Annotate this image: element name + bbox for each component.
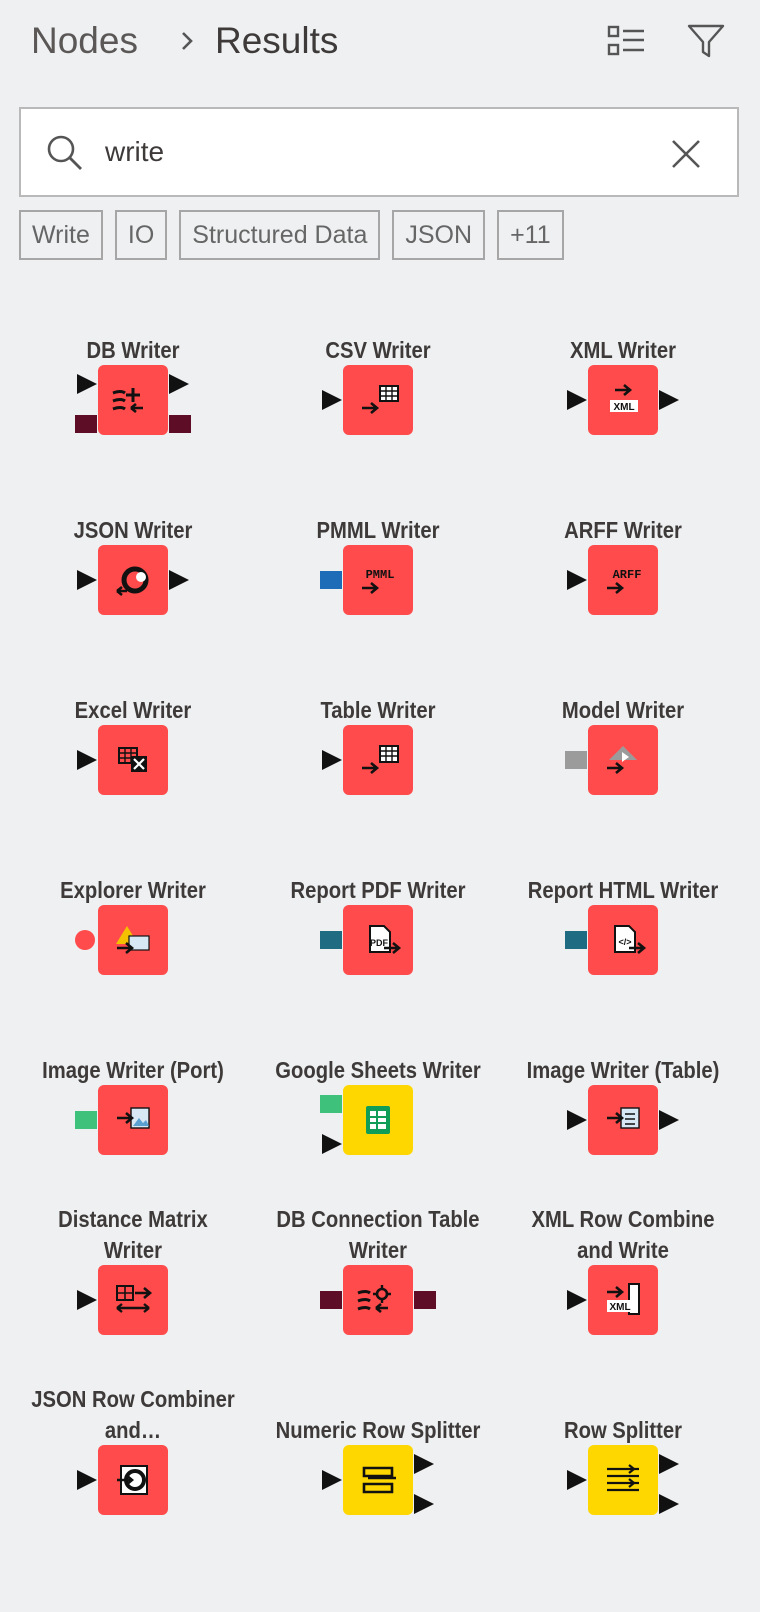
db-connection-table-writer-icon <box>320 1265 436 1335</box>
report-html-writer-icon: </> <box>565 905 658 975</box>
search-box <box>19 107 739 197</box>
node-tile[interactable]: PMML Writer PMML <box>258 448 498 628</box>
tag-io[interactable]: IO <box>114 210 168 260</box>
distance-matrix-writer-icon <box>77 1265 168 1335</box>
node-tile[interactable]: Model Writer <box>503 628 743 808</box>
node-tile[interactable]: ARFF Writer ARFF <box>503 448 743 628</box>
svg-text:XML: XML <box>613 402 634 413</box>
node-tile[interactable]: Report PDF Writer PDF <box>258 808 498 988</box>
svg-text:PMML: PMML <box>366 568 395 582</box>
node-tile[interactable]: Explorer Writer <box>13 808 253 988</box>
chevron-right-icon <box>172 18 202 64</box>
xml-row-combine-write-icon: XML <box>567 1265 658 1335</box>
filter-button[interactable] <box>685 20 727 62</box>
tag-structured-data[interactable]: Structured Data <box>179 210 381 260</box>
node-label: Distance Matrix Writer <box>58 1206 208 1263</box>
list-view-button[interactable] <box>605 20 647 62</box>
image-writer-table-icon <box>567 1085 679 1155</box>
json-row-combiner-icon <box>77 1445 168 1515</box>
tag-more[interactable]: +11 <box>497 210 564 260</box>
node-tile[interactable]: DB Connection Table Writer <box>258 1168 498 1348</box>
svg-text:PDF: PDF <box>370 938 389 948</box>
node-tile[interactable]: JSON Row Combiner and… <box>13 1348 253 1528</box>
node-tile[interactable]: Numeric Row Splitter <box>258 1348 498 1528</box>
filter-icon <box>687 24 725 58</box>
node-tile[interactable]: Image Writer (Table) <box>503 988 743 1168</box>
search-icon <box>47 135 82 170</box>
breadcrumb-results: Results <box>215 20 339 61</box>
csv-writer-icon <box>322 365 413 435</box>
explorer-writer-icon <box>75 905 168 975</box>
svg-text:</>: </> <box>618 937 631 947</box>
node-tile[interactable]: DB Writer <box>13 268 253 448</box>
table-writer-icon <box>322 725 413 795</box>
node-tile[interactable]: JSON Writer <box>13 448 253 628</box>
node-tile[interactable]: CSV Writer <box>258 268 498 448</box>
xml-writer-icon: XML <box>567 365 679 435</box>
node-tile[interactable]: Row Splitter <box>503 1348 743 1528</box>
search-input[interactable] <box>105 127 645 177</box>
node-tile[interactable]: Report HTML Writer </> <box>503 808 743 988</box>
breadcrumb-nodes[interactable]: Nodes <box>31 18 138 64</box>
google-sheets-writer-icon <box>320 1085 413 1155</box>
node-tile[interactable]: Excel Writer <box>13 628 253 808</box>
tag-json[interactable]: JSON <box>392 210 486 260</box>
tag-list: Write IO Structured Data JSON +11 <box>19 210 564 260</box>
arff-writer-icon: ARFF <box>567 545 658 615</box>
db-writer-icon <box>75 365 191 435</box>
node-tile[interactable]: Table Writer <box>258 628 498 808</box>
numeric-row-splitter-icon <box>322 1445 434 1515</box>
image-writer-port-icon <box>75 1085 168 1155</box>
node-label: DB Connection Table Writer <box>276 1206 480 1263</box>
node-tile[interactable]: XML Writer XML <box>503 268 743 448</box>
pmml-writer-icon: PMML <box>320 545 413 615</box>
excel-writer-icon <box>77 725 168 795</box>
node-label: JSON Row Combiner and… <box>31 1386 235 1443</box>
node-tile[interactable]: Distance Matrix Writer <box>13 1168 253 1348</box>
tag-write[interactable]: Write <box>19 210 103 260</box>
header: Nodes Results <box>31 18 731 68</box>
node-tile[interactable]: XML Row Combine and Write XML <box>503 1168 743 1348</box>
svg-text:XML: XML <box>609 1302 630 1313</box>
model-writer-icon <box>565 725 658 795</box>
clear-search-button[interactable] <box>661 129 711 179</box>
list-view-icon <box>607 25 644 56</box>
node-label: XML Row Combine and Write <box>531 1206 715 1263</box>
node-tile[interactable]: Image Writer (Port) <box>13 988 253 1168</box>
row-splitter-icon <box>567 1445 679 1515</box>
report-pdf-writer-icon: PDF <box>320 905 413 975</box>
close-icon <box>672 140 700 168</box>
svg-text:ARFF: ARFF <box>613 568 642 582</box>
json-writer-icon <box>77 545 189 615</box>
node-tile[interactable]: Google Sheets Writer <box>258 988 498 1168</box>
